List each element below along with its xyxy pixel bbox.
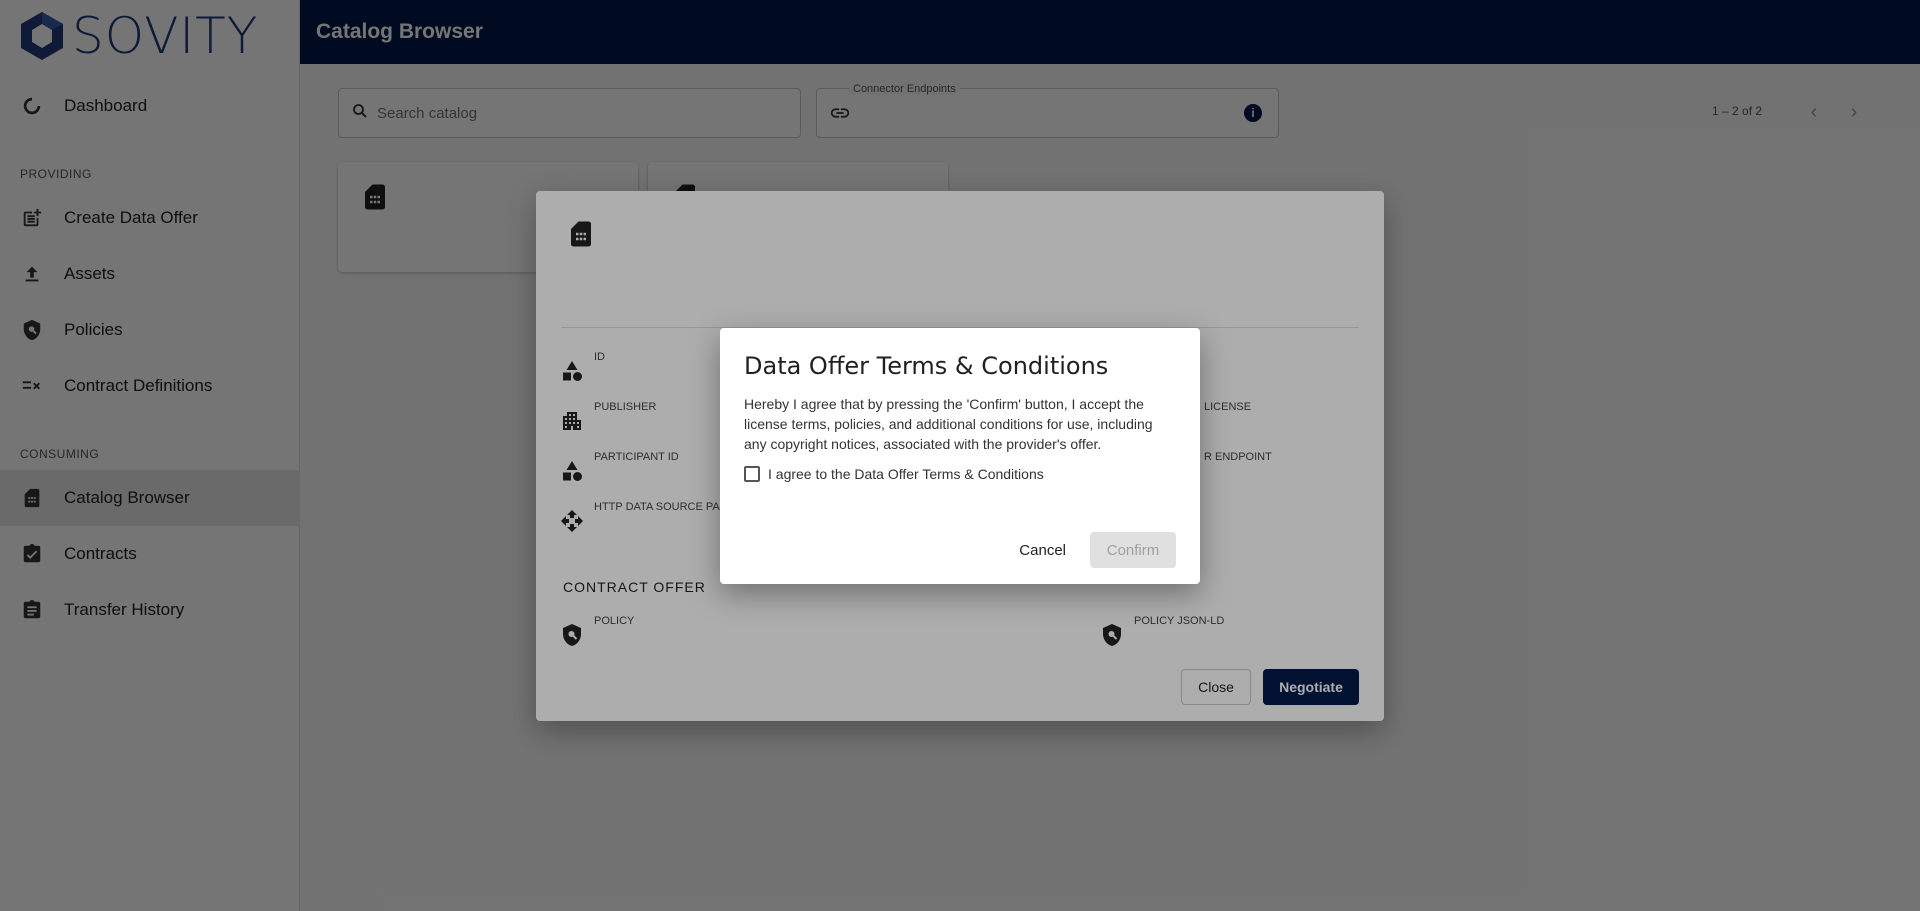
agree-checkbox-label: I agree to the Data Offer Terms & Condit… — [768, 466, 1044, 482]
terms-dialog: Data Offer Terms & Conditions Hereby I a… — [720, 328, 1200, 584]
terms-text: Hereby I agree that by pressing the 'Con… — [744, 396, 1153, 452]
dialog-actions: Cancel Confirm — [1007, 532, 1176, 568]
cancel-button[interactable]: Cancel — [1007, 534, 1078, 567]
dialog-title: Data Offer Terms & Conditions — [744, 352, 1109, 380]
agree-checkbox-row[interactable]: I agree to the Data Offer Terms & Condit… — [744, 466, 1176, 482]
agree-checkbox[interactable] — [744, 466, 760, 482]
confirm-button[interactable]: Confirm — [1090, 532, 1176, 568]
